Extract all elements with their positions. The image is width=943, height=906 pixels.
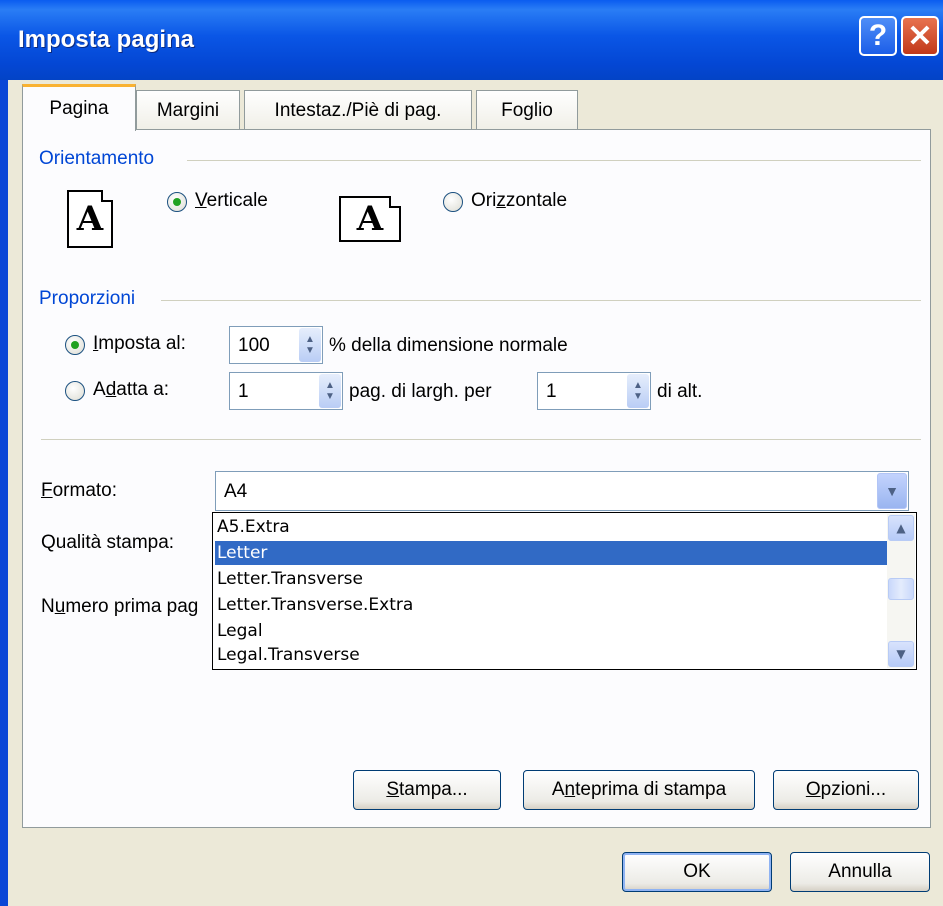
window-title: Imposta pagina	[18, 26, 195, 53]
landscape-label[interactable]: Orizzontale	[471, 190, 567, 212]
group-divider	[161, 300, 921, 301]
scale-percent-suffix: % della dimensione normale	[329, 335, 568, 356]
format-value: A4	[224, 481, 248, 502]
list-item[interactable]: Legal	[215, 619, 887, 643]
window-frame	[0, 80, 8, 906]
scroll-down-icon[interactable]: ▼	[888, 641, 914, 667]
tab-pagina[interactable]: Pagina	[22, 84, 136, 131]
scale-percent-stepper[interactable]: 100 ▲ ▼	[229, 326, 323, 364]
first-page-number-label: Numero prima pag	[41, 596, 199, 617]
cancel-button[interactable]: Annulla	[790, 852, 930, 892]
format-label: Formato:	[41, 480, 118, 501]
landscape-page-icon: A	[339, 196, 401, 242]
set-to-label[interactable]: Imposta al:	[93, 333, 186, 355]
title-bar: Imposta pagina ? ✕	[0, 0, 943, 80]
scrollbar-thumb[interactable]	[888, 578, 914, 600]
landscape-radio[interactable]	[443, 192, 463, 212]
ok-button[interactable]: OK	[622, 852, 772, 892]
tab-margini[interactable]: Margini	[136, 90, 240, 130]
chevron-down-icon[interactable]: ▼	[877, 473, 907, 509]
spin-arrows-icon[interactable]: ▲ ▼	[299, 328, 321, 362]
portrait-radio[interactable]	[167, 192, 187, 212]
list-item-selected[interactable]: Letter	[215, 541, 887, 565]
scroll-up-icon[interactable]: ▲	[888, 515, 914, 541]
tab-foglio[interactable]: Foglio	[476, 90, 578, 130]
fit-tall-stepper[interactable]: 1 ▲ ▼	[537, 372, 651, 410]
list-item[interactable]: A5.Extra	[215, 515, 887, 539]
scaling-group-title: Proporzioni	[39, 288, 136, 309]
set-to-radio[interactable]	[65, 335, 85, 355]
list-scrollbar[interactable]: ▲ ▼	[887, 514, 915, 668]
fit-wide-stepper[interactable]: 1 ▲ ▼	[229, 372, 343, 410]
section-divider	[41, 439, 921, 440]
orientation-group-title: Orientamento	[39, 148, 155, 169]
fit-tall-suffix: di alt.	[657, 381, 703, 402]
close-icon[interactable]: ✕	[901, 16, 939, 56]
portrait-label[interactable]: Verticale	[195, 190, 268, 212]
fit-wide-value: 1	[238, 381, 249, 402]
tab-panel-pagina: Orientamento A Verticale A Orizzontale P…	[22, 129, 931, 828]
list-item[interactable]: Letter.Transverse.Extra	[215, 593, 887, 617]
print-button[interactable]: Stampa...	[353, 770, 501, 810]
fit-to-label[interactable]: Adatta a:	[93, 379, 169, 401]
spin-arrows-icon[interactable]: ▲ ▼	[627, 374, 649, 408]
print-preview-button[interactable]: An teprima di stampa	[523, 770, 755, 810]
format-select[interactable]: A4 ▼	[215, 471, 909, 511]
fit-to-radio[interactable]	[65, 381, 85, 401]
fit-wide-suffix: pag. di largh. per	[349, 381, 492, 402]
spin-arrows-icon[interactable]: ▲ ▼	[319, 374, 341, 408]
scale-percent-value: 100	[238, 335, 270, 356]
group-divider	[187, 160, 921, 161]
help-icon[interactable]: ?	[859, 16, 897, 56]
fit-tall-value: 1	[546, 381, 557, 402]
portrait-page-icon: A	[67, 190, 113, 248]
options-button[interactable]: Opzioni...	[773, 770, 919, 810]
tab-intestazione[interactable]: Intestaz./Piè di pag.	[244, 90, 472, 130]
print-quality-label: Qualità stampa:	[41, 532, 175, 553]
list-item[interactable]: Legal.Transverse	[215, 643, 887, 667]
list-item[interactable]: Letter.Transverse	[215, 567, 887, 591]
format-dropdown-list[interactable]: A5.Extra Letter Letter.Transverse Letter…	[212, 512, 917, 670]
